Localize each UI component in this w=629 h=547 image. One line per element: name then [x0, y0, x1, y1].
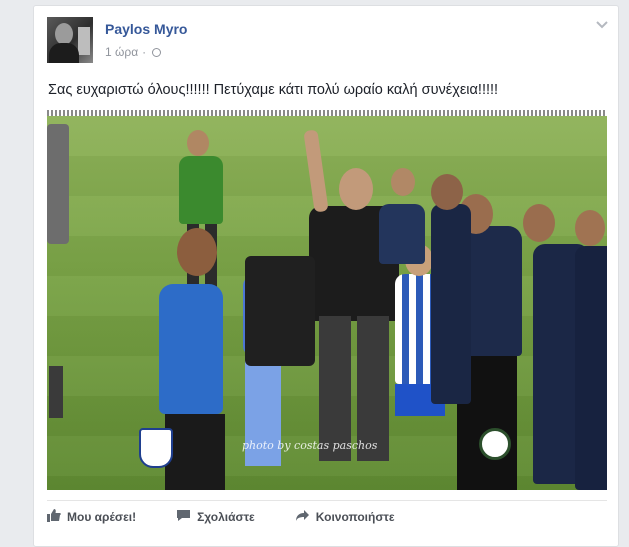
player-navy-4-head: [575, 210, 605, 246]
avatar-face-shape: [55, 23, 73, 45]
author-name[interactable]: Paylos Myro: [105, 21, 187, 37]
player-green-head: [187, 130, 209, 156]
meta-separator: ·: [142, 45, 147, 59]
player-navy-3-head: [523, 204, 555, 242]
thumbs-up-icon: [47, 509, 61, 525]
photo-watermark: photo by costas paschos: [242, 439, 378, 452]
avatar-body-shape: [49, 43, 79, 63]
post-text: Σας ευχαριστώ όλους!!!!!! Πετύχαμε κάτι …: [48, 82, 499, 98]
post-meta: 1 ώρα ·: [105, 45, 162, 59]
comment-icon: [176, 509, 191, 525]
cameraman-head: [177, 228, 217, 276]
player-navy-2: [431, 204, 471, 404]
boy-navy-jersey: [379, 204, 425, 264]
player-navy-2-head: [431, 174, 463, 210]
like-label: Μου αρέσει!: [67, 510, 137, 524]
post-actions: Μου αρέσει! Σχολιάστε Κοινοποιήστε: [47, 509, 395, 525]
player-green-jersey: [179, 156, 223, 224]
left-equipment: [49, 366, 63, 418]
camera-rig: [245, 256, 315, 366]
action-divider: [47, 500, 607, 501]
share-button[interactable]: Κοινοποιήστε: [295, 509, 395, 525]
cameraman-pants: [165, 414, 225, 490]
share-label: Κοινοποιήστε: [315, 510, 395, 524]
like-button[interactable]: Μου αρέσει!: [47, 509, 136, 525]
player-navy-4: [575, 246, 607, 490]
team-crest-left: [139, 428, 173, 468]
post-time[interactable]: 1 ώρα: [105, 45, 138, 59]
avatar[interactable]: [47, 17, 93, 63]
avatar-background-shape: [78, 27, 90, 55]
post-photo[interactable]: photo by costas paschos: [47, 116, 607, 490]
share-arrow-icon: [295, 509, 310, 525]
cameraman-shirt: [159, 284, 223, 414]
man-black-head: [339, 168, 373, 210]
chevron-down-icon[interactable]: [596, 18, 608, 32]
comment-button[interactable]: Σχολιάστε: [176, 509, 255, 525]
left-spectator: [47, 124, 69, 244]
boy-navy-head: [391, 168, 415, 196]
team-crest-right: [479, 428, 511, 460]
comment-label: Σχολιάστε: [197, 510, 255, 524]
globe-icon[interactable]: [152, 47, 162, 57]
post-card: Paylos Myro 1 ώρα · Σας ευχαριστώ όλους!…: [33, 5, 619, 547]
